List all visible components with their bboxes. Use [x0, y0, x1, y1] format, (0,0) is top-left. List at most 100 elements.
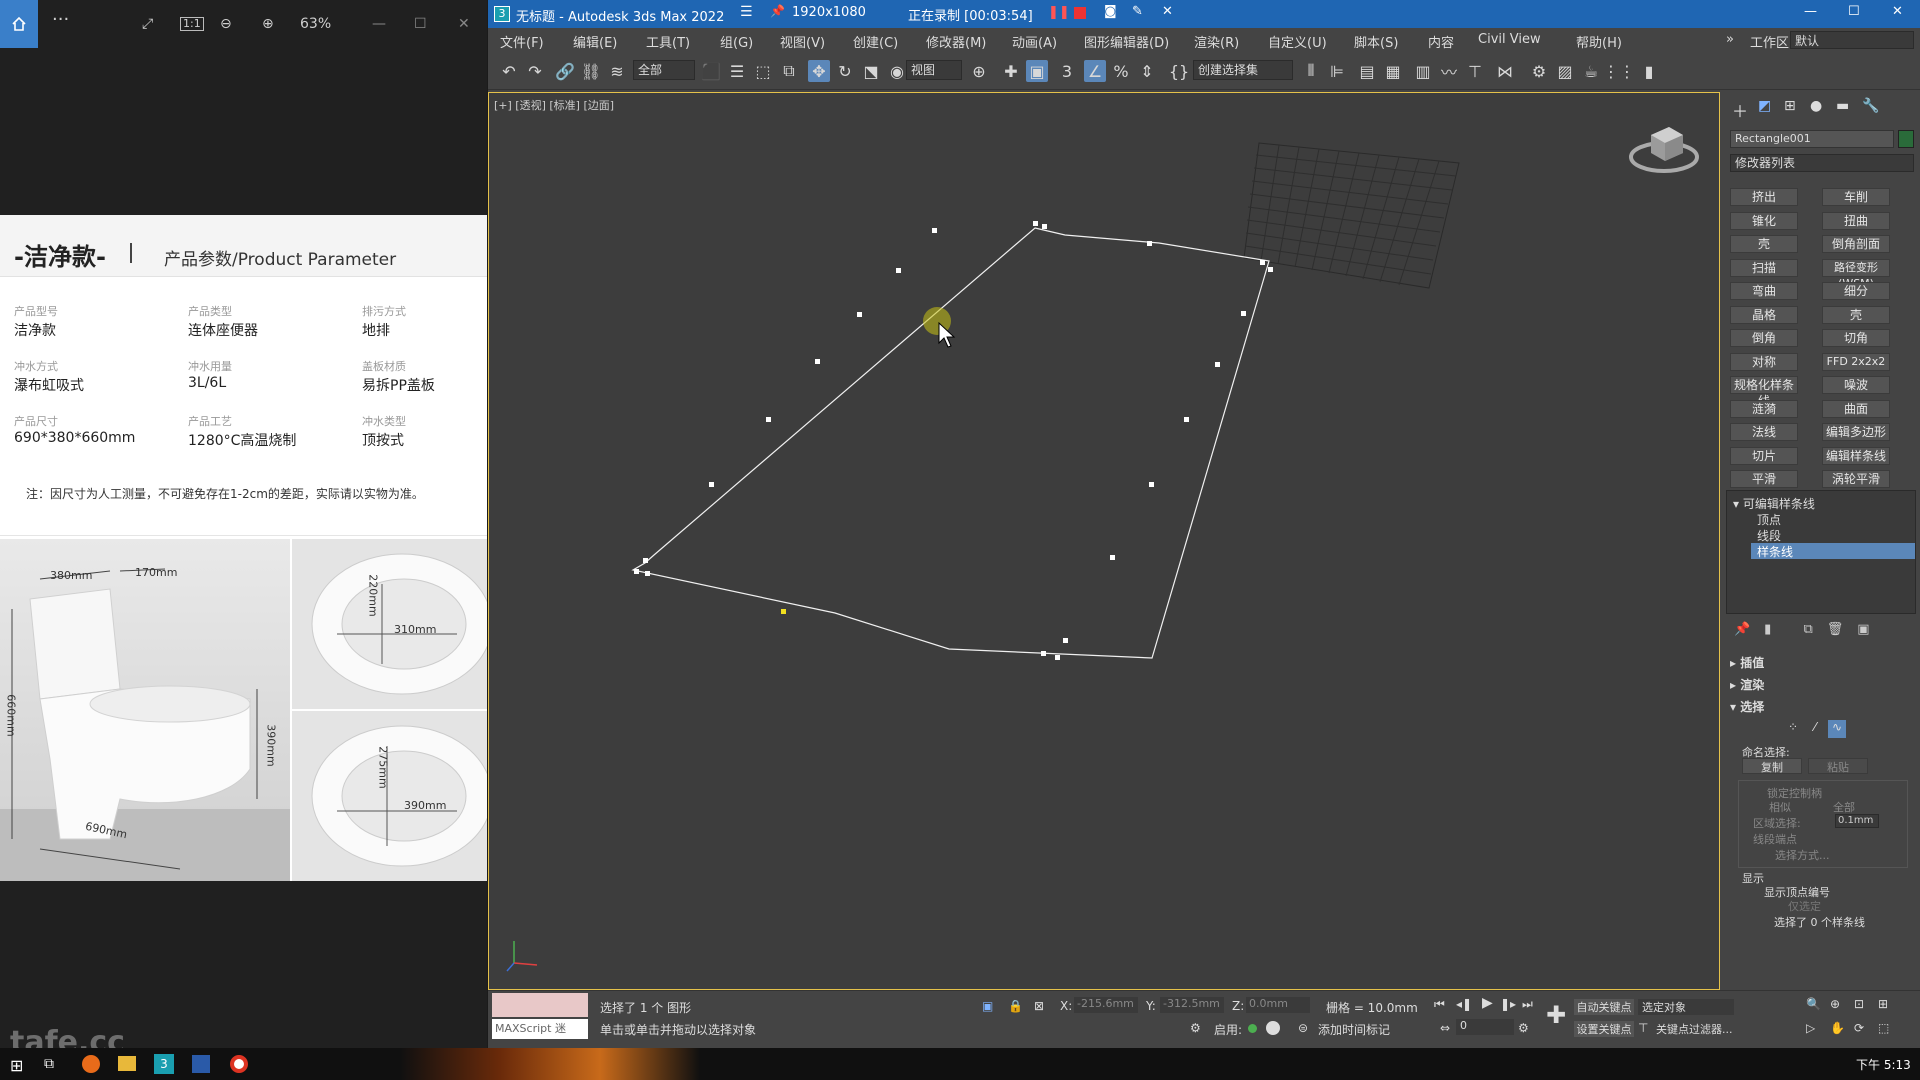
spline-vertices[interactable] — [634, 221, 1273, 660]
rollout-interpolation[interactable]: ▸ 插值 — [1730, 654, 1764, 671]
ribbon-icon[interactable]: ▥ — [1412, 60, 1434, 82]
pause-record-icon[interactable]: ❚❚ — [1048, 5, 1070, 20]
maximize-button[interactable]: ☐ — [414, 14, 427, 34]
modifier-button[interactable]: 涟漪 — [1730, 399, 1798, 418]
pen-icon[interactable]: ✎ — [1132, 4, 1143, 19]
selected-vertex[interactable] — [781, 609, 786, 614]
display-tab-icon[interactable]: ▬ — [1836, 98, 1849, 114]
render-icon[interactable]: ☕ — [1580, 60, 1602, 82]
z-coord-field[interactable]: 0.0mm — [1246, 997, 1310, 1013]
play-icon[interactable]: ▶ — [1482, 995, 1493, 1011]
zoom-icon[interactable]: 🔍 — [1806, 997, 1821, 1011]
menu-customize[interactable]: 自定义(U) — [1268, 32, 1327, 51]
area-selection-checkbox[interactable]: 区域选择: — [1753, 815, 1801, 831]
select-object-icon[interactable]: ⬛ — [700, 60, 722, 82]
menu-edit[interactable]: 编辑(E) — [573, 32, 617, 51]
home-button[interactable] — [0, 0, 38, 48]
rollout-rendering[interactable]: ▸ 渲染 — [1730, 676, 1764, 693]
close-button[interactable]: ✕ — [1892, 4, 1903, 19]
perspective-viewport[interactable]: [+] [透视] [标准] [边面] — [488, 92, 1720, 990]
edit-named-sel-icon[interactable]: {} — [1168, 60, 1190, 82]
workspace-dropdown[interactable]: 默认 — [1790, 31, 1914, 49]
copy-button[interactable]: 复制 — [1742, 758, 1802, 774]
key-target-dropdown[interactable]: 选定对象 — [1638, 999, 1734, 1015]
vertex-mode-icon[interactable]: ⁘ — [1784, 720, 1802, 738]
select-scale-icon[interactable]: ⬔ — [860, 60, 882, 82]
modifier-button[interactable]: 路径变形 (WSM) — [1822, 258, 1890, 290]
file-explorer-icon[interactable] — [118, 1056, 136, 1071]
object-color-swatch[interactable] — [1898, 130, 1914, 148]
rendered-frame-icon[interactable]: ▨ — [1554, 60, 1576, 82]
modifier-button[interactable]: 挤出 — [1730, 188, 1798, 206]
modifier-button[interactable]: 壳 — [1822, 305, 1890, 324]
modifier-button[interactable]: 晶格 — [1730, 305, 1798, 324]
modifier-button[interactable]: 扭曲 — [1822, 211, 1890, 230]
y-coord-field[interactable]: -312.5mm — [1160, 997, 1224, 1013]
rect-selection-icon[interactable]: ⬚ — [752, 60, 774, 82]
set-key-big-icon[interactable]: ✚ — [1546, 1001, 1566, 1029]
schematic-view-icon[interactable]: ⊤ — [1464, 60, 1486, 82]
selection-filter-dropdown[interactable]: 全部 — [633, 60, 695, 80]
firefox-icon[interactable] — [82, 1055, 100, 1073]
window-crossing-icon[interactable]: ⧉ — [778, 60, 800, 82]
modifier-button[interactable]: FFD 2x2x2 — [1822, 352, 1890, 371]
paste-button[interactable]: 粘贴 — [1808, 758, 1868, 774]
modifier-button[interactable]: 切角 — [1822, 329, 1890, 347]
all-radio[interactable]: 全部 — [1833, 799, 1855, 815]
select-rotate-icon[interactable]: ↻ — [834, 60, 856, 82]
enable-indicator[interactable] — [1248, 1024, 1257, 1033]
close-button[interactable]: ✕ — [458, 14, 470, 34]
modifier-button[interactable]: 对称 — [1730, 352, 1798, 371]
segment-mode-icon[interactable]: ⁄ — [1806, 720, 1824, 738]
minimize-button[interactable]: — — [1804, 4, 1817, 19]
place-icon[interactable]: ◉ — [886, 60, 908, 82]
menu-create[interactable]: 创建(C) — [853, 32, 898, 51]
maxscript-listener-mini[interactable] — [492, 993, 588, 1017]
menu-icon[interactable]: ☰ — [740, 4, 753, 20]
modifier-button[interactable]: 倒角 — [1730, 329, 1798, 347]
named-selection-dropdown[interactable]: 创建选择集 — [1193, 60, 1293, 80]
maximize-viewport-icon[interactable]: ⬚ — [1878, 1021, 1889, 1035]
expand-icon[interactable]: ⤢ — [142, 14, 153, 34]
menu-rendering[interactable]: 渲染(R) — [1194, 32, 1239, 51]
motion-tab-icon[interactable]: ● — [1810, 98, 1822, 114]
curve-editor-icon[interactable]: 〰 — [1438, 60, 1460, 82]
unlink-icon[interactable]: ⛓ — [580, 60, 602, 82]
zoom-all-icon[interactable]: ⊕ — [1830, 997, 1840, 1011]
recorder-taskbar-icon[interactable] — [230, 1055, 248, 1073]
menu-animation[interactable]: 动画(A) — [1012, 32, 1057, 51]
selected-only-checkbox[interactable]: 仅选定 — [1788, 898, 1821, 914]
link-icon[interactable]: 🔗 — [554, 60, 576, 82]
modify-tab-icon[interactable]: ◩ — [1758, 98, 1771, 114]
close-recorder-icon[interactable]: ✕ — [1162, 4, 1173, 19]
orbit-icon[interactable]: ⟳ — [1854, 1021, 1864, 1035]
menu-graph-editors[interactable]: 图形编辑器(D) — [1084, 32, 1169, 51]
time-config-button[interactable]: ⚙ — [1518, 1021, 1529, 1035]
rollout-selection[interactable]: ▾ 选择 — [1730, 698, 1764, 715]
more-icon[interactable]: ··· — [52, 10, 69, 30]
minimize-button[interactable]: — — [372, 14, 386, 34]
modifier-button[interactable]: 法线 — [1730, 423, 1798, 441]
pan-icon[interactable]: ✋ — [1830, 1021, 1845, 1035]
3dsmax-taskbar-icon[interactable]: 3 — [154, 1054, 174, 1074]
render-setup-icon[interactable]: ⚙ — [1528, 60, 1550, 82]
area-selection-spinner[interactable]: 0.1mm — [1835, 814, 1879, 828]
stack-controls[interactable]: 📌▮ ⧉🗑▣ — [1734, 622, 1914, 640]
fov-icon[interactable]: ▷ — [1806, 1021, 1815, 1035]
modifier-button[interactable]: 涡轮平滑 — [1822, 470, 1890, 488]
time-config-icon[interactable]: ⇔ — [1440, 1021, 1450, 1035]
menu-civil-view[interactable]: Civil View — [1478, 32, 1541, 47]
select-by-name-icon[interactable]: ☰ — [726, 60, 748, 82]
menu-file[interactable]: 文件(F) — [500, 32, 544, 51]
menu-modifiers[interactable]: 修改器(M) — [926, 32, 986, 51]
zoom-out-icon[interactable]: ⊖ — [220, 14, 232, 34]
menu-scripting[interactable]: 脚本(S) — [1354, 32, 1398, 51]
toolbar-toggle-icon[interactable]: ▮ — [1638, 60, 1660, 82]
modifier-button[interactable]: 曲面 — [1822, 399, 1890, 418]
app-taskbar-icon[interactable] — [192, 1055, 210, 1073]
key-filters-button[interactable]: 关键点过滤器... — [1656, 1021, 1734, 1037]
percent-snap-icon[interactable]: % — [1110, 60, 1132, 82]
ref-coord-dropdown[interactable]: 视图 — [906, 60, 962, 80]
zoom-in-icon[interactable]: ⊕ — [262, 14, 274, 34]
segment-end-checkbox[interactable]: 线段端点 — [1753, 831, 1797, 847]
